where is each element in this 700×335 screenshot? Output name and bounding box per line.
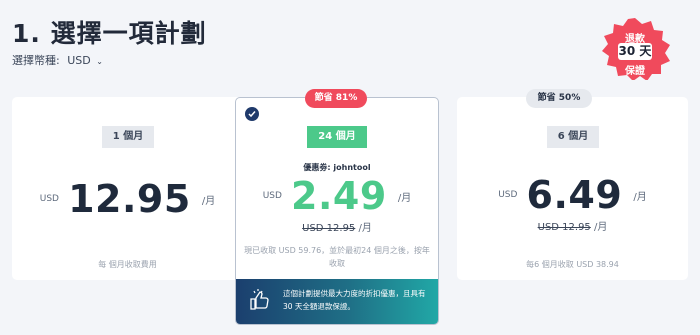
guarantee-days-text: 30 天 — [618, 43, 652, 60]
billing-note: 現已收取 USD 59.76，並於最初24 個月之後，按年收取 — [244, 246, 430, 268]
price-period: /月 — [201, 195, 216, 207]
strike-period: /月 — [594, 222, 608, 233]
money-back-guarantee-badge: 退款 30 天 保證 — [598, 18, 672, 80]
save-badge-81: 節省 81% — [305, 89, 367, 108]
price-amount: 12.95 — [68, 177, 191, 221]
strike-price: USD 12.95 — [302, 223, 356, 234]
currency-value[interactable]: USD — [67, 54, 91, 67]
price-row: USD 6.49 /月 — [457, 173, 688, 217]
price-period: /月 — [633, 191, 647, 203]
plan-duration-ribbon: 24 個月 — [307, 126, 367, 148]
price-currency: USD — [498, 190, 518, 200]
plan-duration-ribbon: 1 個月 — [102, 126, 154, 148]
price-amount: 2.49 — [291, 174, 387, 218]
price-period: /月 — [397, 192, 412, 204]
price-row: USD 2.49 /月 — [236, 174, 438, 218]
strike-price: USD 12.95 — [537, 222, 591, 233]
plan-card-24-months[interactable]: 24 個月 優惠劵: johntool USD 2.49 /月 USD 12.9… — [235, 97, 439, 325]
thumbs-up-icon — [250, 289, 269, 310]
billing-note: 每 個月收取費用 — [98, 260, 157, 269]
strike-period: /月 — [358, 223, 372, 234]
plan-card-1-month[interactable]: 1 個月 USD 12.95 /月 每 個月收取費用 — [12, 97, 243, 280]
coupon-text: 優惠劵: johntool — [303, 163, 371, 172]
promo-text: 這個計劃提供最大力度的折扣優惠，且具有 30 天全額退款保證。 — [283, 289, 426, 311]
promo-banner: 這個計劃提供最大力度的折扣優惠，且具有 30 天全額退款保證。 — [236, 279, 438, 324]
plan-duration-ribbon: 6 個月 — [547, 126, 599, 148]
billing-note: 每6 個月收取 USD 38.94 — [526, 260, 619, 269]
currency-label: 選擇幣種: — [12, 54, 60, 67]
original-price: USD 12.95 /月 — [457, 218, 688, 233]
save-badge-50: 節省 50% — [526, 89, 592, 108]
chevron-down-icon[interactable]: ⌄ — [96, 57, 103, 66]
price-currency: USD — [262, 191, 282, 201]
price-amount: 6.49 — [526, 173, 623, 217]
price-row: USD 12.95 /月 — [12, 177, 243, 221]
currency-selector[interactable]: 選擇幣種: USD ⌄ — [12, 52, 103, 68]
selected-check-icon — [245, 107, 259, 121]
original-price: USD 12.95 /月 — [236, 219, 438, 234]
price-currency: USD — [39, 194, 59, 204]
guarantee-bottom-text: 保證 — [625, 66, 645, 77]
page-title: 1. 選擇一項計劃 — [12, 19, 207, 48]
plan-card-6-months[interactable]: 6 個月 USD 6.49 /月 USD 12.95 /月 每6 個月收取 US… — [457, 97, 688, 280]
